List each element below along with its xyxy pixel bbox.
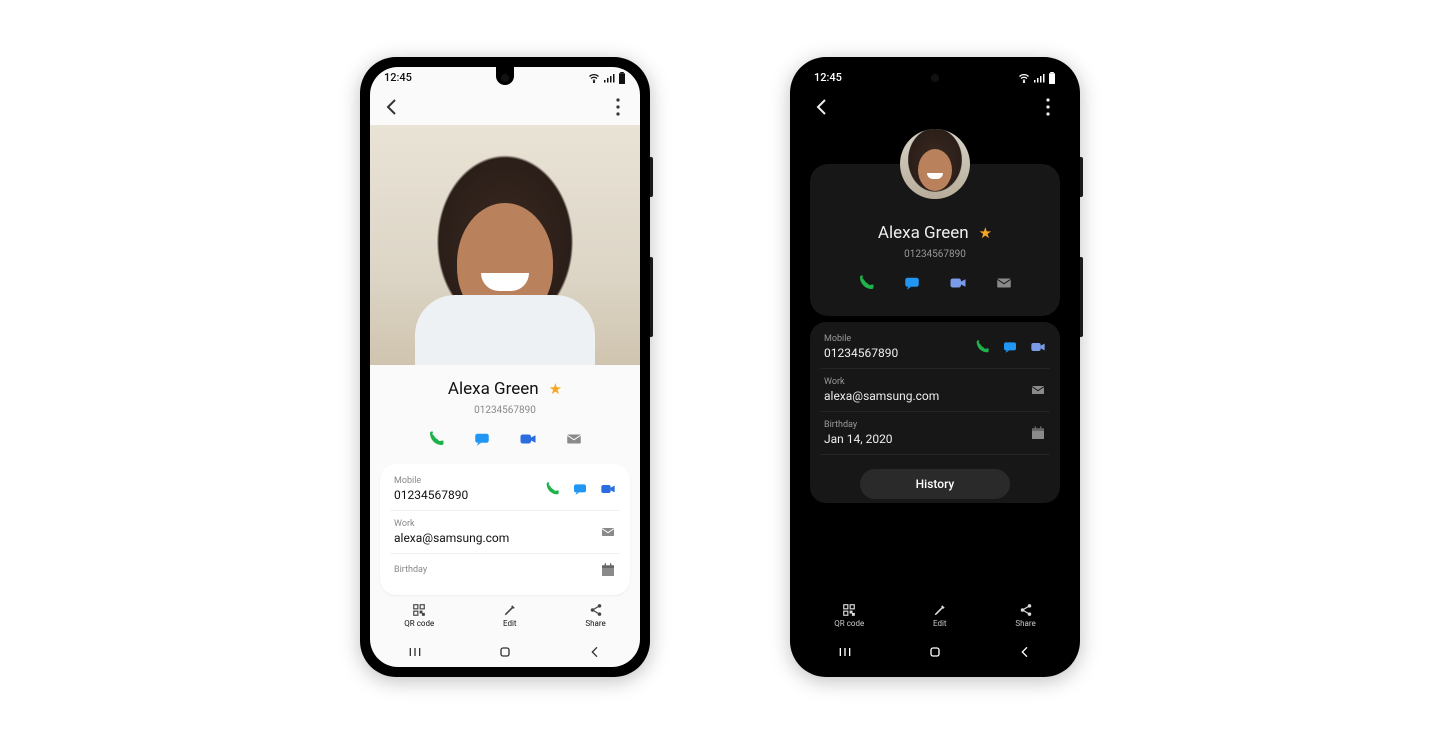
call-icon[interactable] <box>857 274 875 292</box>
notch <box>926 67 944 85</box>
contact-photo[interactable] <box>900 129 970 199</box>
birthday-value: Jan 14, 2020 <box>824 432 893 446</box>
recents-nav-icon[interactable] <box>837 644 853 660</box>
edit-button[interactable]: Edit <box>933 603 947 628</box>
back-nav-icon[interactable] <box>1017 644 1033 660</box>
details-card: Mobile 01234567890 Work alexa@samsung.co… <box>380 464 630 595</box>
work-row[interactable]: Work alexa@samsung.com <box>390 511 620 554</box>
mobile-row[interactable]: Mobile 01234567890 <box>390 468 620 511</box>
bottom-action-bar: QR code Edit Share <box>370 595 640 637</box>
message-icon[interactable] <box>1002 339 1018 355</box>
qr-code-button[interactable]: QR code <box>834 603 864 628</box>
android-nav-bar <box>800 637 1070 667</box>
battery-icon <box>1048 72 1056 84</box>
mail-icon[interactable] <box>995 274 1013 292</box>
video-call-icon[interactable] <box>519 430 537 448</box>
call-icon[interactable] <box>974 339 990 355</box>
message-icon[interactable] <box>473 430 491 448</box>
battery-icon <box>618 72 626 84</box>
signal-icon <box>1033 72 1045 84</box>
video-call-icon[interactable] <box>949 274 967 292</box>
mobile-value: 01234567890 <box>824 346 898 360</box>
video-call-icon[interactable] <box>600 481 616 497</box>
work-value: alexa@samsung.com <box>824 389 939 403</box>
video-call-icon[interactable] <box>1030 339 1046 355</box>
contact-name: Alexa Green <box>878 223 969 243</box>
history-button[interactable]: History <box>860 469 1010 499</box>
mail-icon[interactable] <box>1030 382 1046 398</box>
quick-actions <box>810 274 1060 292</box>
quick-actions <box>370 430 640 448</box>
app-bar <box>800 89 1070 125</box>
back-icon[interactable] <box>810 95 834 119</box>
call-icon[interactable] <box>427 430 445 448</box>
mobile-label: Mobile <box>824 334 898 344</box>
app-bar <box>370 89 640 125</box>
details-card: Mobile 01234567890 Work alexa@samsung.co… <box>810 322 1060 503</box>
status-time: 12:45 <box>814 71 842 84</box>
mobile-label: Mobile <box>394 476 468 486</box>
home-nav-icon[interactable] <box>497 644 513 660</box>
back-nav-icon[interactable] <box>587 644 603 660</box>
qr-code-button[interactable]: QR code <box>404 603 434 628</box>
contact-name-row: Alexa Green ★ <box>370 379 640 399</box>
work-row[interactable]: Work alexa@samsung.com <box>820 369 1050 412</box>
birthday-label: Birthday <box>394 565 427 575</box>
share-icon <box>589 603 603 617</box>
contact-number: 01234567890 <box>810 249 1060 260</box>
mail-icon[interactable] <box>600 524 616 540</box>
notch <box>496 67 514 85</box>
mobile-row[interactable]: Mobile 01234567890 <box>820 326 1050 369</box>
home-nav-icon[interactable] <box>927 644 943 660</box>
more-icon[interactable] <box>1036 95 1060 119</box>
edit-button[interactable]: Edit <box>503 603 517 628</box>
phone-mockup-dark: 12:45 <box>790 57 1080 677</box>
share-button[interactable]: Share <box>585 603 605 628</box>
calendar-icon[interactable] <box>600 562 616 578</box>
message-icon[interactable] <box>572 481 588 497</box>
share-icon <box>1019 603 1033 617</box>
favorite-star-icon[interactable]: ★ <box>549 380 562 398</box>
work-label: Work <box>394 519 509 529</box>
contact-number: 01234567890 <box>370 405 640 416</box>
mail-icon[interactable] <box>565 430 583 448</box>
favorite-star-icon[interactable]: ★ <box>979 224 992 242</box>
wifi-icon <box>1018 72 1030 84</box>
birthday-row[interactable]: Birthday <box>390 554 620 586</box>
status-time: 12:45 <box>384 71 412 84</box>
mobile-value: 01234567890 <box>394 488 468 502</box>
recents-nav-icon[interactable] <box>407 644 423 660</box>
qr-icon <box>412 603 426 617</box>
pencil-icon <box>933 603 947 617</box>
more-icon[interactable] <box>606 95 630 119</box>
share-button[interactable]: Share <box>1015 603 1035 628</box>
android-nav-bar <box>370 637 640 667</box>
contact-photo[interactable] <box>370 125 640 365</box>
birthday-label: Birthday <box>824 420 893 430</box>
birthday-row[interactable]: Birthday Jan 14, 2020 <box>820 412 1050 455</box>
calendar-icon[interactable] <box>1030 425 1046 441</box>
message-icon[interactable] <box>903 274 921 292</box>
contact-name: Alexa Green <box>448 379 539 399</box>
qr-icon <box>842 603 856 617</box>
work-value: alexa@samsung.com <box>394 531 509 545</box>
wifi-icon <box>588 72 600 84</box>
bottom-action-bar: QR code Edit Share <box>800 595 1070 637</box>
back-icon[interactable] <box>380 95 404 119</box>
pencil-icon <box>503 603 517 617</box>
signal-icon <box>603 72 615 84</box>
work-label: Work <box>824 377 939 387</box>
phone-mockup-light: 12:45 A <box>360 57 650 677</box>
call-icon[interactable] <box>544 481 560 497</box>
